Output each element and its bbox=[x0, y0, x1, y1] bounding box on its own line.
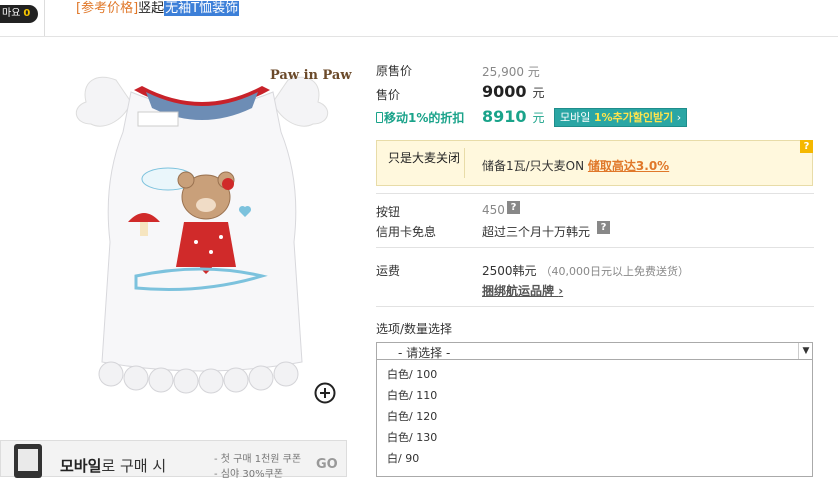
chevron-right-icon: › bbox=[676, 111, 682, 124]
orig-price-value: 25,900 元 bbox=[482, 65, 540, 79]
mobile-banner-title-rest: 로 구매 시 bbox=[101, 457, 167, 475]
option-item[interactable]: 白/ 90 bbox=[387, 450, 419, 466]
mobile-discount-label-text: 移动1%的折扣 bbox=[384, 111, 465, 125]
product-title: [参考价格]竖起无袖T恤装饰 bbox=[76, 0, 240, 16]
top-divider bbox=[44, 0, 45, 36]
installment-label: 信用卡免息 bbox=[376, 225, 437, 239]
mobile-price: 8910 元 bbox=[482, 107, 545, 126]
option-list bbox=[376, 360, 813, 477]
options-label: 选项/数量选择 bbox=[376, 322, 453, 336]
installment-value: 超过三个月十万韩元 bbox=[482, 225, 591, 239]
divider bbox=[376, 193, 814, 194]
chevron-down-icon[interactable]: ▼ bbox=[798, 343, 813, 359]
promo-right-pre: 储备1瓦/只大麦ON bbox=[482, 159, 588, 173]
sale-price: 9000 元 bbox=[482, 82, 545, 101]
option-item[interactable]: 白色/ 100 bbox=[387, 366, 437, 382]
title-highlight: 无袖T恤装饰 bbox=[164, 1, 240, 16]
product-image[interactable] bbox=[56, 62, 348, 414]
sale-price-unit: 元 bbox=[532, 86, 545, 100]
mobile-banner-title-bold: 모바일 bbox=[60, 457, 102, 475]
promo-help-icon[interactable]: ? bbox=[800, 140, 813, 153]
divider bbox=[376, 306, 814, 307]
like-badge[interactable]: 마요 0 bbox=[0, 5, 38, 23]
chevron-right-icon: › bbox=[558, 284, 564, 298]
phone-icon bbox=[14, 444, 42, 478]
mobile-coupon-1: - 첫 구매 1천원 쿠폰 bbox=[214, 454, 302, 465]
mobile-banner-title: 모바일로 구매 시 bbox=[60, 455, 166, 476]
option-select-placeholder: - 请选择 - bbox=[398, 346, 451, 360]
brand-logo: Paw in Paw bbox=[270, 68, 352, 83]
mobile-coupon-2: - 심야 30%쿠폰 bbox=[214, 469, 283, 480]
price-ref-tag: [参考价格] bbox=[76, 1, 139, 16]
mobile-discount-button-pre: 모바일 bbox=[560, 111, 594, 124]
promo-divider bbox=[464, 148, 465, 178]
like-badge-label: 마요 bbox=[2, 8, 21, 19]
like-count: 0 bbox=[23, 8, 31, 19]
option-item[interactable]: 白色/ 130 bbox=[387, 429, 437, 445]
orig-price-label: 原售价 bbox=[376, 64, 413, 78]
bundle-shipping-link-text: 捆绑航运品牌 bbox=[482, 284, 555, 298]
divider bbox=[376, 247, 814, 248]
promo-right-text: 储备1瓦/只大麦ON 储取高达3.0% bbox=[482, 157, 669, 174]
mobile-price-unit: 元 bbox=[532, 111, 545, 125]
bundle-shipping-link[interactable]: 捆绑航运品牌 › bbox=[482, 282, 563, 299]
shipping-fee-value: 2500韩元 bbox=[482, 264, 537, 278]
promo-link[interactable]: 储取高达3.0% bbox=[588, 159, 669, 173]
installment-help-icon[interactable]: ? bbox=[597, 221, 610, 234]
points-help-icon[interactable]: ? bbox=[507, 201, 520, 214]
mobile-go-button[interactable]: GO bbox=[316, 457, 338, 472]
title-text: 竖起 bbox=[138, 1, 165, 16]
mobile-phone-icon bbox=[376, 112, 383, 123]
option-item[interactable]: 白色/ 120 bbox=[387, 408, 437, 424]
shipping-note: （40,000日元以上免费送货） bbox=[540, 265, 690, 278]
mobile-discount-button-hl: 1%추가할인받기 bbox=[593, 111, 674, 124]
shipping-fee: 2500韩元 （40,000日元以上免费送货） bbox=[482, 262, 689, 279]
plus-circle-icon[interactable] bbox=[314, 382, 336, 404]
mobile-price-value: 8910 bbox=[482, 107, 527, 126]
mobile-discount-label: 移动1%的折扣 bbox=[376, 109, 464, 126]
promo-left-text: 只是大麦关闭 bbox=[388, 151, 461, 165]
points-value: 450 bbox=[482, 203, 505, 217]
sale-price-label: 售价 bbox=[376, 88, 401, 102]
points-label: 按钮 bbox=[376, 205, 401, 219]
shipping-label: 运费 bbox=[376, 264, 401, 278]
mobile-discount-button[interactable]: 모바일 1%추가할인받기 › bbox=[554, 108, 688, 127]
option-item[interactable]: 白色/ 110 bbox=[387, 387, 437, 403]
sale-price-value: 9000 bbox=[482, 82, 527, 101]
